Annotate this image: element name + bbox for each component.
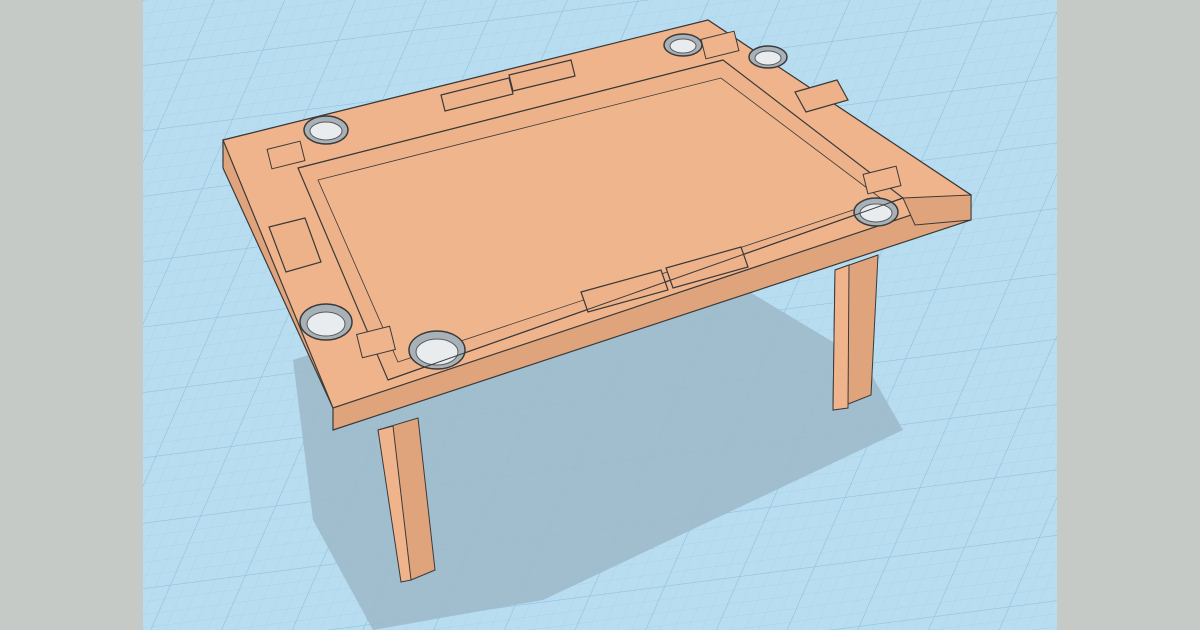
- front-right-apron: [902, 194, 972, 226]
- cupholder-back-middle[interactable]: [663, 33, 703, 57]
- cupholder-front-left-b[interactable]: [408, 330, 466, 370]
- cupholder-back-right[interactable]: [748, 45, 788, 69]
- back-right-leg[interactable]: [832, 254, 879, 411]
- screenshot-frame: [0, 0, 1200, 630]
- cupholder-back-left[interactable]: [303, 115, 349, 145]
- right-letterbox: [1057, 0, 1200, 630]
- 3d-viewport[interactable]: [143, 0, 1057, 630]
- scene-canvas[interactable]: [143, 0, 1057, 630]
- cupholder-front-left-a[interactable]: [299, 303, 353, 341]
- left-letterbox: [0, 0, 143, 630]
